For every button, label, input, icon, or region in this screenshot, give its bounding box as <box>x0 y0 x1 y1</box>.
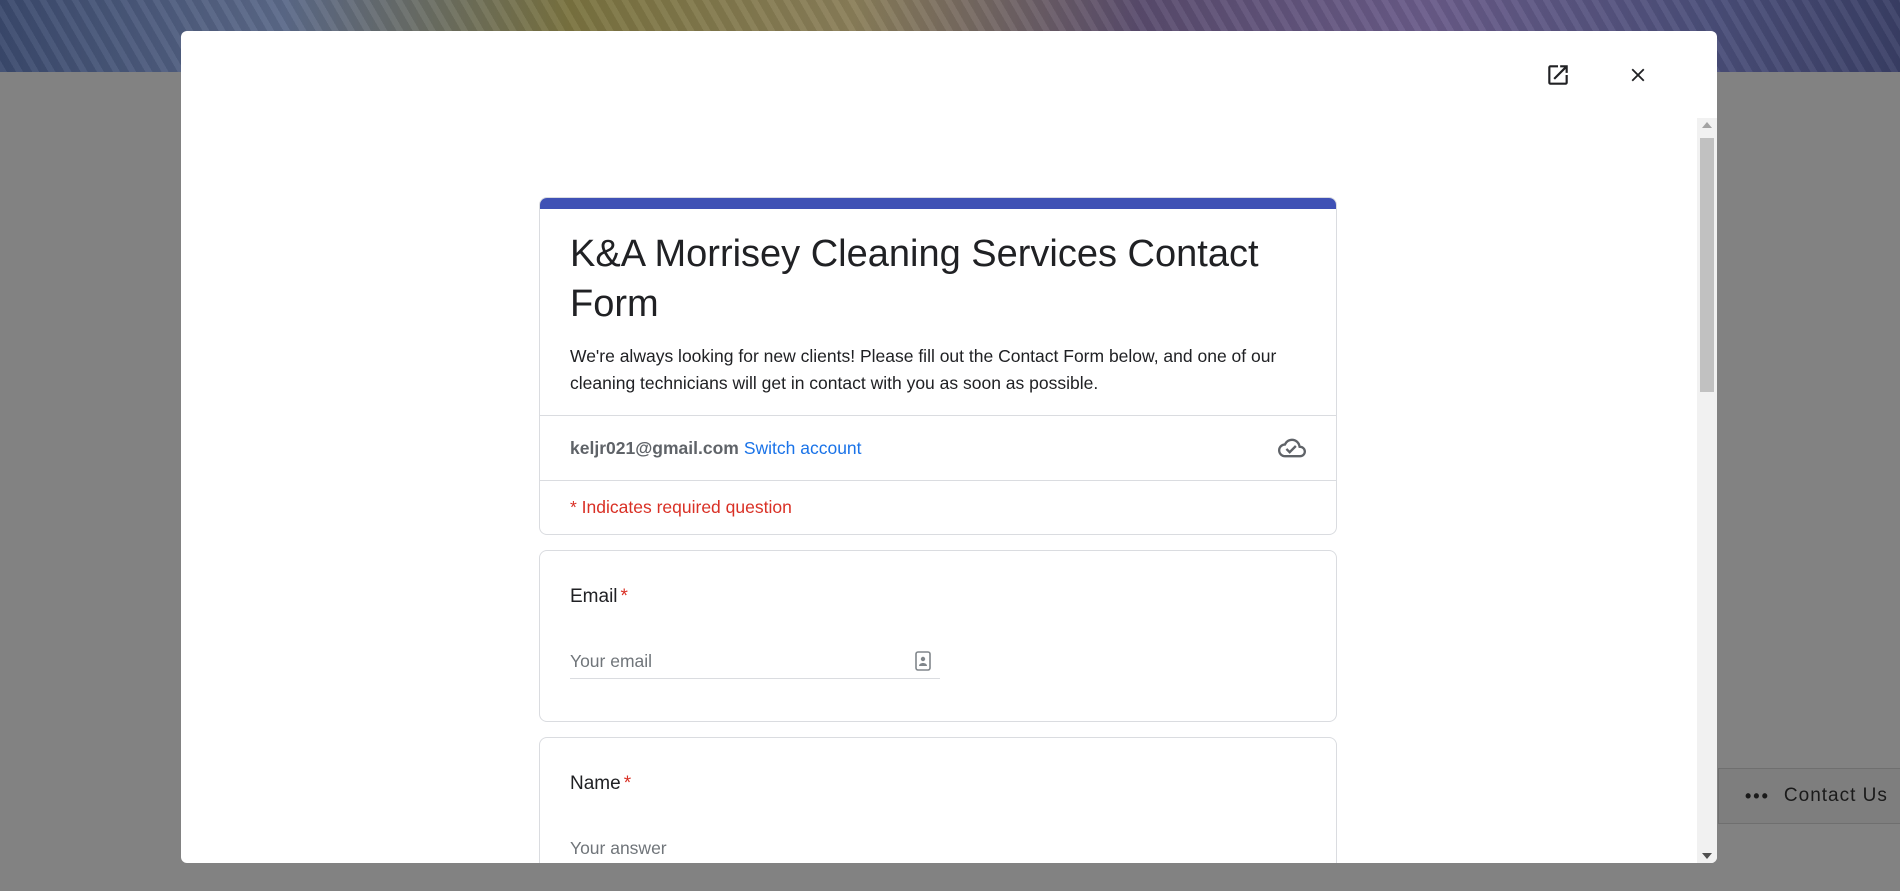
more-dots-icon: ••• <box>1745 785 1770 806</box>
autofill-contact-icon[interactable] <box>914 650 932 672</box>
open-in-new-button[interactable] <box>1540 57 1576 93</box>
account-row: keljr021@gmail.com Switch account <box>540 416 1336 480</box>
contact-us-label: Contact Us <box>1783 785 1888 806</box>
email-placeholder: Your email <box>570 651 653 671</box>
scroll-down-arrow-icon[interactable] <box>1702 853 1712 859</box>
account-email: keljr021@gmail.com <box>570 437 739 458</box>
form-title: K&A Morrisey Cleaning Services Contact F… <box>570 233 1259 325</box>
close-icon <box>1631 68 1645 82</box>
form-modal: K&A Morrisey Cleaning Services Contact F… <box>181 31 1717 863</box>
form-accent-bar <box>540 198 1336 209</box>
form-scroll-area[interactable]: K&A Morrisey Cleaning Services Contact F… <box>181 118 1717 863</box>
divider <box>1718 823 1900 824</box>
contact-us-tab[interactable]: ••• Contact Us <box>1718 768 1900 823</box>
question-label: Name * <box>570 773 631 795</box>
question-name-card: Name * Your answer <box>539 737 1337 863</box>
name-field[interactable]: Your answer <box>570 836 940 863</box>
required-note: * Indicates required question <box>570 497 792 517</box>
scrollbar[interactable] <box>1697 118 1717 863</box>
switch-account-link[interactable]: Switch account <box>744 438 862 459</box>
form-description: We're always looking for new clients! Pl… <box>570 346 1277 393</box>
name-placeholder: Your answer <box>570 838 667 858</box>
open-in-new-icon <box>1548 65 1568 85</box>
email-field[interactable]: Your email <box>570 649 940 679</box>
question-label-text: Name <box>570 773 621 794</box>
required-star: * <box>620 586 628 607</box>
close-button[interactable] <box>1620 57 1656 93</box>
question-label: Email * <box>570 586 628 608</box>
question-email-card: Email * Your email <box>539 550 1337 722</box>
scroll-up-arrow-icon[interactable] <box>1702 122 1712 128</box>
scrollbar-thumb[interactable] <box>1700 138 1714 392</box>
required-star: * <box>623 773 632 794</box>
form-header-card: K&A Morrisey Cleaning Services Contact F… <box>539 197 1337 535</box>
question-label-text: Email <box>570 586 618 607</box>
cloud-saved-icon <box>1278 438 1306 458</box>
